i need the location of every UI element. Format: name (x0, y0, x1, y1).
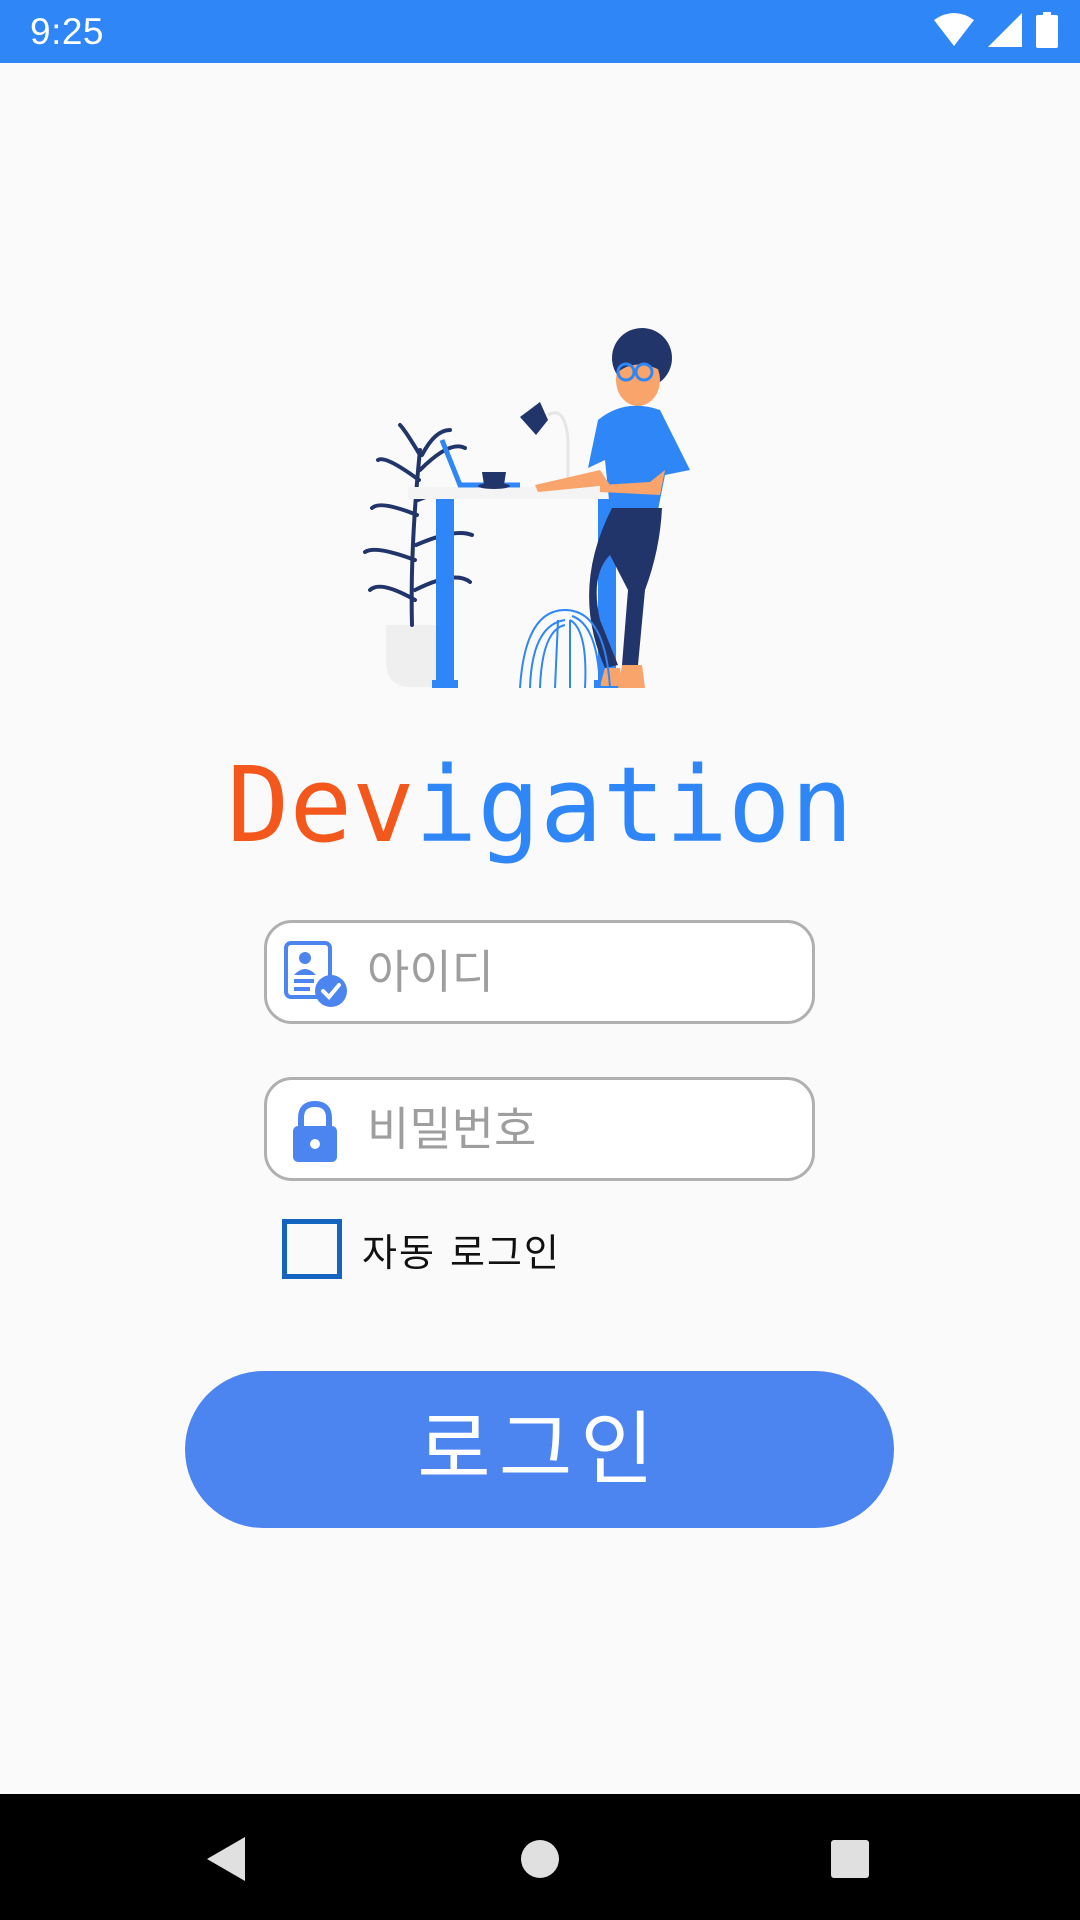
id-card-check-icon (284, 941, 347, 1007)
signal-icon (988, 13, 1022, 47)
status-time: 9:25 (30, 11, 105, 52)
status-bar: 9:25 (0, 0, 1080, 63)
recents-icon[interactable] (820, 1829, 880, 1889)
navigation-bar (0, 1794, 1080, 1920)
app-title-suffix: igation (414, 744, 854, 866)
back-icon[interactable] (195, 1829, 255, 1889)
home-icon[interactable] (510, 1829, 570, 1889)
password-field[interactable] (264, 1077, 815, 1181)
password-input[interactable] (367, 1094, 797, 1164)
app-title: Devigation (0, 745, 1080, 865)
status-icons (934, 12, 1058, 48)
auto-login-row[interactable]: 자동 로그인 (282, 1219, 561, 1279)
auto-login-checkbox[interactable] (282, 1219, 342, 1279)
developer-illustration (363, 328, 690, 689)
wifi-icon (934, 13, 974, 46)
battery-icon (1036, 12, 1058, 48)
app-title-prefix: Dev (226, 744, 415, 866)
auto-login-label[interactable]: 자동 로그인 (362, 1222, 561, 1277)
id-input[interactable] (367, 937, 797, 1007)
id-field[interactable] (264, 920, 815, 1024)
login-button[interactable]: 로그인 (185, 1371, 894, 1528)
lock-icon (293, 1100, 337, 1162)
